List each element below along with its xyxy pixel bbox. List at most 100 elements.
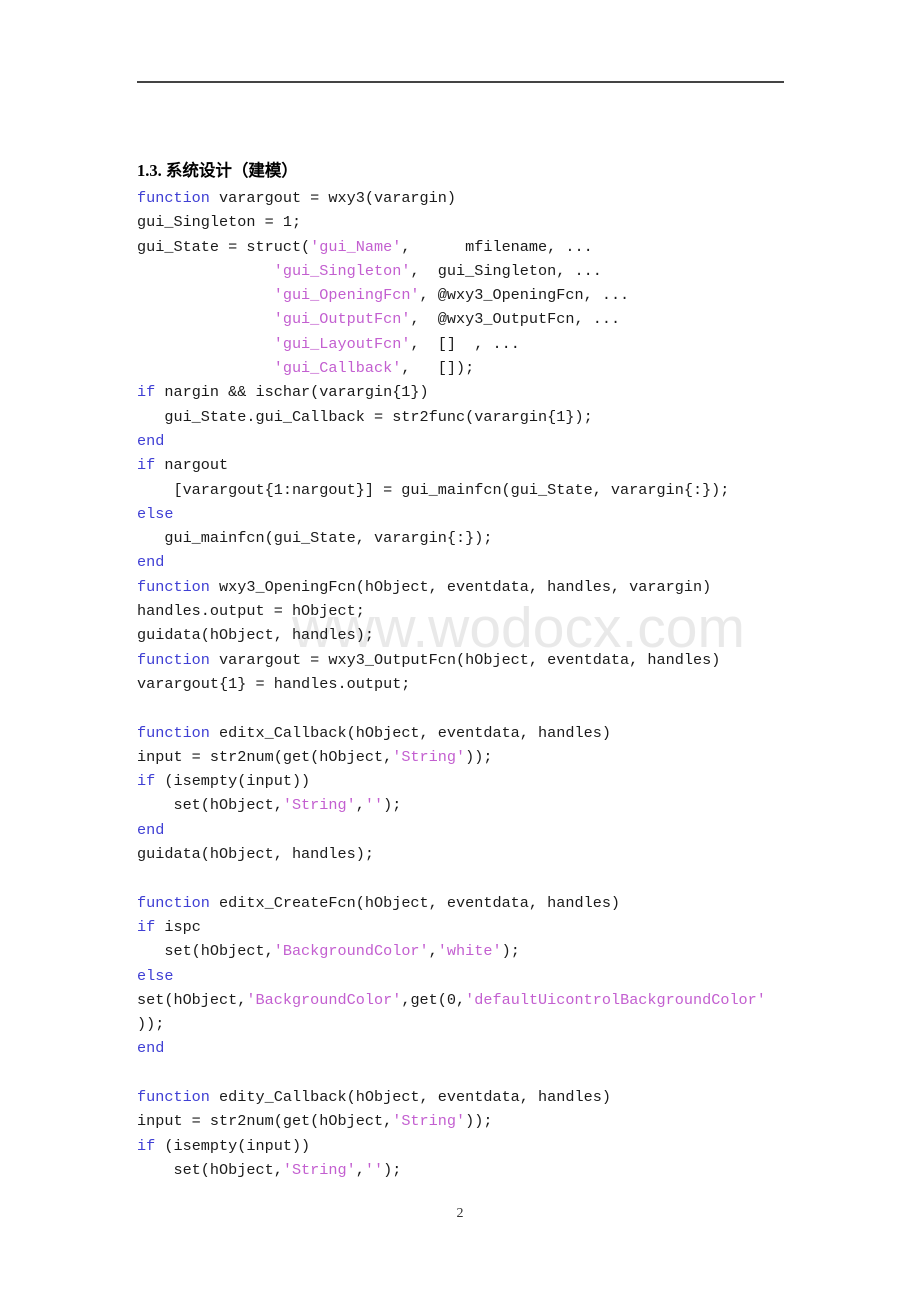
page-content: 1.3. 系统设计（建模） function varargout = wxy3(… (137, 158, 817, 1182)
code-line: 'gui_OpeningFcn', @wxy3_OpeningFcn, ... (137, 283, 817, 307)
matlab-code-block: function varargout = wxy3(varargin) gui_S… (137, 186, 817, 1182)
code-string: 'gui_Singleton' (273, 261, 411, 280)
code-text: (isempty(input)) (155, 772, 311, 791)
code-text: , @wxy3_OpeningFcn, ... (419, 286, 630, 305)
code-text: set(hObject, (137, 1160, 283, 1179)
code-text: nargin && ischar(varargin{1}) (155, 383, 429, 402)
code-string: 'BackgroundColor' (246, 990, 402, 1009)
code-text: , (428, 942, 438, 961)
code-text: varargout{1} = handles.output; (137, 674, 411, 693)
code-line: else (137, 964, 817, 988)
code-text: ispc (155, 917, 201, 936)
code-line: handles.output = hObject; (137, 599, 817, 623)
code-string: '' (364, 796, 384, 815)
code-line: [varargout{1:nargout}] = gui_mainfcn(gui… (137, 478, 817, 502)
code-keyword: function (137, 189, 210, 207)
code-text: editx_Callback(hObject, eventdata, handl… (209, 723, 611, 742)
code-keyword: function (137, 1087, 210, 1106)
code-line: end (137, 818, 817, 842)
code-line: function varargout = wxy3(varargin) (137, 186, 817, 210)
code-text: input = str2num(get(hObject, (137, 747, 393, 766)
code-text: handles.output = hObject; (137, 602, 365, 621)
code-line: set(hObject,'String',''); (137, 793, 817, 817)
code-line: gui_Singleton = 1; (137, 210, 817, 234)
code-text: guidata(hObject, handles); (137, 626, 374, 645)
code-line: if ispc (137, 915, 817, 939)
code-keyword: end (137, 431, 165, 450)
code-keyword: function (137, 650, 210, 669)
document-page: www.wodocx.com 1.3. 系统设计（建模） function va… (0, 0, 920, 1302)
code-line: input = str2num(get(hObject,'String')); (137, 745, 817, 769)
code-text: gui_mainfcn(gui_State, varargin{:}); (137, 529, 493, 548)
code-line: if nargin && ischar(varargin{1}) (137, 380, 817, 404)
code-text: (isempty(input)) (155, 1136, 311, 1155)
code-line: if nargout (137, 453, 817, 477)
code-line: if (isempty(input)) (137, 769, 817, 793)
code-keyword: function (137, 577, 210, 596)
code-text: ); (383, 1160, 402, 1179)
code-text: , [] , ... (410, 334, 520, 353)
code-text: , @wxy3_OutputFcn, ... (410, 310, 621, 329)
code-string: 'white' (437, 942, 502, 961)
code-line: guidata(hObject, handles); (137, 842, 817, 866)
code-text: gui_State = struct( (137, 237, 311, 256)
code-keyword: function (137, 723, 210, 742)
code-line: 'gui_Callback', []); (137, 356, 817, 380)
code-keyword: if (137, 383, 156, 402)
code-line: guidata(hObject, handles); (137, 623, 817, 647)
code-line: function varargout = wxy3_OutputFcn(hObj… (137, 648, 817, 672)
code-string: 'BackgroundColor' (273, 942, 429, 961)
code-text: guidata(hObject, handles); (137, 845, 374, 864)
code-string: 'String' (392, 747, 466, 766)
code-string: 'String' (282, 1160, 356, 1179)
code-line: 'gui_LayoutFcn', [] , ... (137, 332, 817, 356)
code-keyword: if (137, 917, 156, 936)
code-string: 'String' (282, 796, 356, 815)
code-line: else (137, 502, 817, 526)
code-text: gui_State.gui_Callback = str2func(vararg… (137, 407, 593, 426)
code-keyword: end (137, 820, 165, 839)
code-text: ); (501, 942, 520, 961)
code-text: edity_Callback(hObject, eventdata, handl… (209, 1087, 611, 1106)
code-text: [varargout{1:nargout}] = gui_mainfcn(gui… (137, 480, 730, 499)
code-keyword: if (137, 772, 156, 791)
code-line: 'gui_Singleton', gui_Singleton, ... (137, 259, 817, 283)
code-text: , (355, 1160, 365, 1179)
code-string: '' (364, 1160, 384, 1179)
code-line: set(hObject,'String',''); (137, 1158, 817, 1182)
code-keyword: function (137, 893, 210, 912)
code-text: , (355, 796, 365, 815)
code-string: 'gui_OpeningFcn' (273, 286, 420, 305)
code-text: )); (137, 1015, 165, 1034)
code-keyword: if (137, 1136, 156, 1155)
code-text: gui_Singleton = 1; (137, 213, 302, 232)
code-string: 'gui_Callback' (273, 359, 402, 378)
code-text: set(hObject, (137, 990, 247, 1009)
code-text: set(hObject, (137, 942, 274, 961)
page-number: 2 (456, 1206, 464, 1221)
code-text: )); (465, 1112, 493, 1131)
code-line: end (137, 429, 817, 453)
code-line: input = str2num(get(hObject,'String')); (137, 1109, 817, 1133)
code-string: 'gui_OutputFcn' (273, 310, 411, 329)
code-string: 'gui_Name' (310, 237, 402, 256)
code-line: gui_mainfcn(gui_State, varargin{:}); (137, 526, 817, 550)
code-text: input = str2num(get(hObject, (137, 1112, 393, 1131)
code-line: function editx_CreateFcn(hObject, eventd… (137, 891, 817, 915)
code-line: function wxy3_OpeningFcn(hObject, eventd… (137, 575, 817, 599)
code-text: varargout = wxy3_OutputFcn(hObject, even… (209, 650, 721, 669)
code-text: ,get(0, (401, 990, 466, 1009)
code-line: 'gui_OutputFcn', @wxy3_OutputFcn, ... (137, 307, 817, 331)
code-keyword: end (137, 553, 165, 572)
code-line: function editx_Callback(hObject, eventda… (137, 721, 817, 745)
code-text: nargout (155, 456, 229, 475)
code-text: ); (383, 796, 402, 815)
code-line: varargout{1} = handles.output; (137, 672, 817, 696)
